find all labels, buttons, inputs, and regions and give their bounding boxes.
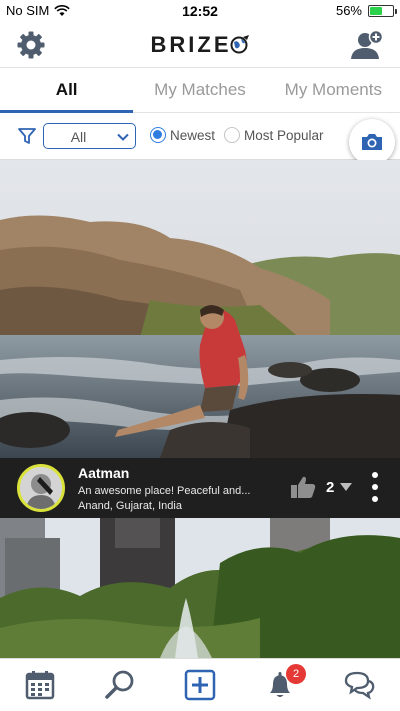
notification-badge: 2 [286,664,306,684]
post-text: An awesome place! Peaceful and... [78,485,251,497]
camera-icon [362,134,382,150]
post-user-name[interactable]: Aatman [78,465,129,481]
bottom-nav: 2 [0,658,400,711]
sort-most-popular-radio[interactable]: Most Popular [224,127,324,143]
avatar[interactable] [17,464,65,512]
city-park-photo [0,518,400,658]
tab-all[interactable]: All [0,69,134,113]
calendar-icon[interactable] [24,669,56,701]
river-photo [0,160,400,458]
battery-percent: 56% [335,3,362,18]
tab-my-matches[interactable]: My Matches [133,69,266,112]
radio-unselected-icon [224,127,240,143]
category-select-value: All [70,129,87,145]
chat-icon[interactable] [343,669,375,701]
add-icon[interactable] [184,669,216,701]
chevron-down-icon [117,133,129,141]
post-info-bar: Aatman An awesome place! Peaceful and...… [0,458,400,518]
app-logo: BRIZE [0,32,400,58]
post-photo[interactable] [0,160,400,458]
post-photo[interactable] [0,518,400,658]
more-options-icon[interactable] [370,470,380,504]
battery-icon [368,4,397,17]
app-header: BRIZE [0,22,400,68]
avatar-image [20,467,62,509]
category-select[interactable]: All [43,123,136,149]
filter-bar: All Newest Most Popular [0,114,400,165]
search-icon[interactable] [104,669,136,701]
tab-bar: All My Matches My Moments [0,69,400,113]
tab-my-moments[interactable]: My Moments [267,69,400,112]
sort-newest-radio[interactable]: Newest [150,127,215,143]
status-bar: No SIM 12:52 56% [0,0,400,22]
add-user-icon[interactable] [350,29,384,61]
globe-icon [230,35,249,54]
radio-selected-icon [150,127,166,143]
post-location: Anand, Gujarat, India [78,500,182,512]
like-count: 2 [326,479,335,496]
chevron-down-icon[interactable] [339,482,353,492]
camera-button[interactable] [349,119,395,165]
battery-level [370,6,383,15]
filter-icon[interactable] [17,126,37,146]
thumbs-up-icon[interactable] [290,475,316,499]
